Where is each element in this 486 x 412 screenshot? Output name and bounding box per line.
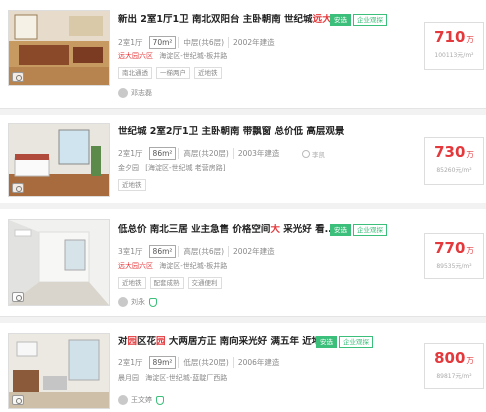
location: 晨月园 海淀区-世纪城-蓝靛厂西路 <box>118 373 227 383</box>
living-room-photo <box>9 334 109 408</box>
enterprise-badge: 企业观探 <box>353 224 387 236</box>
user-icon <box>302 150 310 158</box>
year-text: 2002年建造 <box>228 246 279 257</box>
total-price: 710万 <box>434 28 474 46</box>
layout-text: 2室1厅 <box>118 38 143 47</box>
enterprise-badge: 企业观探 <box>353 14 387 26</box>
area-text: 86m² <box>148 245 177 258</box>
listing-card[interactable]: 低总价 南北三居 业主急售 价格空间大 采光好 看... 安选 企业观探 3室1… <box>0 209 486 317</box>
verified-shield-icon <box>156 395 164 405</box>
listing-title[interactable]: 对园区花园 大两居方正 南向采光好 满五年 近地铁 <box>118 336 426 348</box>
tag: 配套成熟 <box>149 277 184 289</box>
tag: 近地铁 <box>118 179 146 191</box>
year-text: 2003年建造 <box>232 148 284 159</box>
location: 远大园六区 海淀区-世纪城-板井路 <box>118 261 227 271</box>
avatar <box>118 395 128 405</box>
community-link[interactable]: 远大园六区 <box>118 262 153 270</box>
address-text: 海淀区-世纪城-板井路 <box>159 262 228 270</box>
total-price: 730万 <box>434 143 474 161</box>
total-price: 770万 <box>434 239 474 257</box>
price-box: 770万 89535元/m² <box>424 233 484 279</box>
price-box: 730万 85260元/m² <box>424 137 484 185</box>
community-link[interactable]: 晨月园 <box>118 374 139 382</box>
address-text: 海淀区-世纪城-板井路 <box>159 52 228 60</box>
floor-text: 中层(共6层) <box>178 37 228 48</box>
room-photo <box>9 220 109 305</box>
camera-icon <box>12 183 24 193</box>
tag: 南北通透 <box>118 67 152 79</box>
agent-name: 邓志磊 <box>131 89 152 97</box>
layout-text: 2室1厅 <box>118 149 143 158</box>
living-room-photo <box>9 11 109 85</box>
price-box: 710万 100113元/m² <box>424 22 484 70</box>
tag-list: 近地铁 配套成熟 交通便利 <box>118 277 222 289</box>
area-text: 86m² <box>148 147 177 160</box>
area-text: 70m² <box>148 36 177 49</box>
location: 金夕园 [海淀区-世纪城 老营房路] <box>118 163 225 173</box>
year-text: 2002年建造 <box>228 37 279 48</box>
listing-info: 3室1厅 86m² 高层(共6层) 2002年建造 <box>118 245 279 258</box>
community-link[interactable]: 金夕园 <box>118 164 139 172</box>
floor-text: 高层(共20层) <box>178 148 232 159</box>
location: 远大园六区 海淀区-世纪城-板井路 <box>118 51 227 61</box>
avatar <box>118 88 128 98</box>
listing-card[interactable]: 新出 2室1厅1卫 南北双阳台 主卧朝南 世纪城远大 安选 企业观探 2室1厅 … <box>0 0 486 109</box>
price-box: 800万 89817元/m² <box>424 343 484 389</box>
agent-name: 王文婷 <box>131 396 152 404</box>
camera-icon <box>12 395 24 405</box>
layout-text: 2室1厅 <box>118 358 143 367</box>
unit-price: 85260元/m² <box>436 167 472 174</box>
viewer-name: 李凯 <box>312 151 325 159</box>
unit-price: 89817元/m² <box>436 373 472 380</box>
tag: 一梯两户 <box>156 67 190 79</box>
address-text: [海淀区-世纪城 老营房路] <box>145 164 226 172</box>
year-text: 2006年建造 <box>232 357 284 368</box>
avatar <box>118 297 128 307</box>
listing-photo[interactable] <box>8 333 110 409</box>
listing-info: 2室1厅 86m² 高层(共20层) 2003年建造 <box>118 147 283 160</box>
agent-name: 刘永 <box>131 298 145 306</box>
community-link[interactable]: 远大园六区 <box>118 52 153 60</box>
verified-shield-icon <box>149 297 157 307</box>
address-text: 海淀区-世纪城-蓝靛厂西路 <box>145 374 228 382</box>
bedroom-photo <box>9 124 109 196</box>
listing-info: 2室1厅 70m² 中层(共6层) 2002年建造 <box>118 36 279 49</box>
layout-text: 3室1厅 <box>118 247 143 256</box>
anxuan-badge: 安选 <box>316 336 337 348</box>
floor-text: 低层(共20层) <box>178 357 232 368</box>
tag: 近地铁 <box>194 67 222 79</box>
area-text: 89m² <box>148 356 177 369</box>
tag: 近地铁 <box>118 277 146 289</box>
agent[interactable]: 刘永 <box>118 297 157 307</box>
listing-photo[interactable] <box>8 123 110 197</box>
camera-icon <box>12 72 24 82</box>
listing-card[interactable]: 对园区花园 大两居方正 南向采光好 满五年 近地铁 安选 企业观探 2室1厅 8… <box>0 323 486 412</box>
enterprise-badge: 企业观探 <box>339 336 373 348</box>
unit-price: 100113元/m² <box>434 52 474 59</box>
listing-photo[interactable] <box>8 219 110 306</box>
unit-price: 89535元/m² <box>436 263 472 270</box>
tag-list: 南北通透 一梯两户 近地铁 <box>118 67 222 79</box>
listing-title[interactable]: 世纪城 2室2厅1卫 主卧朝南 带飘窗 总价低 高层观景 <box>118 126 426 138</box>
anxuan-badge: 安选 <box>330 14 351 26</box>
agent[interactable]: 王文婷 <box>118 395 164 405</box>
total-price: 800万 <box>434 349 474 367</box>
camera-icon <box>12 292 24 302</box>
viewer: 李凯 <box>302 149 325 159</box>
listing-list: 新出 2室1厅1卫 南北双阳台 主卧朝南 世纪城远大 安选 企业观探 2室1厅 … <box>0 0 486 412</box>
listing-photo[interactable] <box>8 10 110 86</box>
anxuan-badge: 安选 <box>330 224 351 236</box>
tag-list: 近地铁 <box>118 179 146 191</box>
agent[interactable]: 邓志磊 <box>118 88 152 98</box>
floor-text: 高层(共6层) <box>178 246 228 257</box>
tag: 交通便利 <box>187 277 222 289</box>
listing-info: 2室1厅 89m² 低层(共20层) 2006年建造 <box>118 356 283 369</box>
listing-card[interactable]: 世纪城 2室2厅1卫 主卧朝南 带飘窗 总价低 高层观景 2室1厅 86m² 高… <box>0 115 486 209</box>
